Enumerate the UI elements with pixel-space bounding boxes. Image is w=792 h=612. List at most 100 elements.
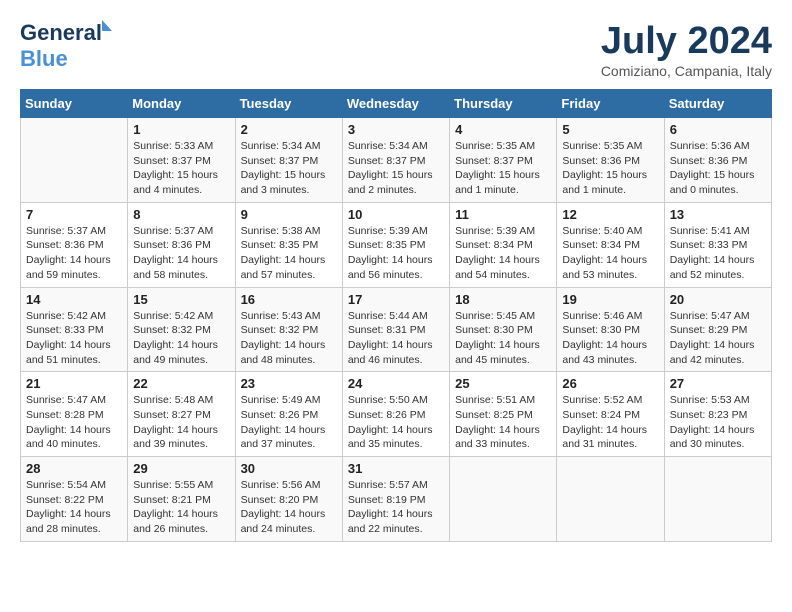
day-cell: 25Sunrise: 5:51 AM Sunset: 8:25 PM Dayli… [450, 372, 557, 457]
day-info: Sunrise: 5:53 AM Sunset: 8:23 PM Dayligh… [670, 393, 766, 452]
day-cell: 7 Sunrise: 5:37 AM Sunset: 8:36 PM Daylig… [21, 202, 128, 287]
day-number: 20 [670, 292, 766, 307]
day-number: 1 [133, 122, 229, 137]
calendar-body: 1 Sunrise: 5:33 AM Sunset: 8:37 PM Daylig… [21, 118, 772, 542]
day-number: 7 [26, 207, 122, 222]
day-number: 29 [133, 461, 229, 476]
day-number: 31 [348, 461, 444, 476]
day-info: Sunrise: 5:47 AM Sunset: 8:29 PM Dayligh… [670, 309, 766, 368]
logo: General Blue [20, 20, 102, 72]
day-info: Sunrise: 5:35 AM Sunset: 8:37 PM Dayligh… [455, 139, 551, 198]
day-number: 27 [670, 376, 766, 391]
day-number: 28 [26, 461, 122, 476]
day-number: 23 [241, 376, 337, 391]
day-info: Sunrise: 5:34 AM Sunset: 8:37 PM Dayligh… [348, 139, 444, 198]
day-cell: 20 Sunrise: 5:47 AM Sunset: 8:29 PM Dayli… [664, 287, 771, 372]
day-info: Sunrise: 5:45 AM Sunset: 8:30 PM Dayligh… [455, 309, 551, 368]
day-info: Sunrise: 5:42 AM Sunset: 8:33 PM Dayligh… [26, 309, 122, 368]
day-cell: 2Sunrise: 5:34 AM Sunset: 8:37 PM Daylig… [235, 118, 342, 203]
week-row-5: 28 Sunrise: 5:54 AM Sunset: 8:22 PM Dayli… [21, 457, 772, 542]
day-info: Sunrise: 5:49 AM Sunset: 8:26 PM Dayligh… [241, 393, 337, 452]
day-number: 18 [455, 292, 551, 307]
day-number: 16 [241, 292, 337, 307]
page-header: General Blue July 2024 Comiziano, Campan… [20, 20, 772, 79]
location: Comiziano, Campania, Italy [601, 63, 772, 79]
day-number: 10 [348, 207, 444, 222]
logo-general: General [20, 20, 102, 45]
day-info: Sunrise: 5:44 AM Sunset: 8:31 PM Dayligh… [348, 309, 444, 368]
day-number: 30 [241, 461, 337, 476]
weekday-friday: Friday [557, 90, 664, 118]
day-cell: 28 Sunrise: 5:54 AM Sunset: 8:22 PM Dayli… [21, 457, 128, 542]
day-number: 19 [562, 292, 658, 307]
day-number: 11 [455, 207, 551, 222]
week-row-4: 21 Sunrise: 5:47 AM Sunset: 8:28 PM Dayli… [21, 372, 772, 457]
day-info: Sunrise: 5:43 AM Sunset: 8:32 PM Dayligh… [241, 309, 337, 368]
day-number: 4 [455, 122, 551, 137]
day-cell: 26Sunrise: 5:52 AM Sunset: 8:24 PM Dayli… [557, 372, 664, 457]
day-cell: 10 Sunrise: 5:39 AM Sunset: 8:35 PM Dayli… [342, 202, 449, 287]
day-number: 24 [348, 376, 444, 391]
day-info: Sunrise: 5:55 AM Sunset: 8:21 PM Dayligh… [133, 478, 229, 537]
day-info: Sunrise: 5:39 AM Sunset: 8:35 PM Dayligh… [348, 224, 444, 283]
day-info: Sunrise: 5:48 AM Sunset: 8:27 PM Dayligh… [133, 393, 229, 452]
day-cell [557, 457, 664, 542]
day-number: 3 [348, 122, 444, 137]
day-info: Sunrise: 5:50 AM Sunset: 8:26 PM Dayligh… [348, 393, 444, 452]
day-info: Sunrise: 5:38 AM Sunset: 8:35 PM Dayligh… [241, 224, 337, 283]
day-cell: 13 Sunrise: 5:41 AM Sunset: 8:33 PM Dayli… [664, 202, 771, 287]
day-info: Sunrise: 5:47 AM Sunset: 8:28 PM Dayligh… [26, 393, 122, 452]
day-cell: 21 Sunrise: 5:47 AM Sunset: 8:28 PM Dayli… [21, 372, 128, 457]
day-number: 15 [133, 292, 229, 307]
weekday-sunday: Sunday [21, 90, 128, 118]
day-number: 17 [348, 292, 444, 307]
weekday-wednesday: Wednesday [342, 90, 449, 118]
day-info: Sunrise: 5:34 AM Sunset: 8:37 PM Dayligh… [241, 139, 337, 198]
day-info: Sunrise: 5:42 AM Sunset: 8:32 PM Dayligh… [133, 309, 229, 368]
week-row-3: 14Sunrise: 5:42 AM Sunset: 8:33 PM Dayli… [21, 287, 772, 372]
day-cell [21, 118, 128, 203]
week-row-1: 1 Sunrise: 5:33 AM Sunset: 8:37 PM Daylig… [21, 118, 772, 203]
day-info: Sunrise: 5:37 AM Sunset: 8:36 PM Dayligh… [133, 224, 229, 283]
day-number: 8 [133, 207, 229, 222]
weekday-thursday: Thursday [450, 90, 557, 118]
day-cell: 23 Sunrise: 5:49 AM Sunset: 8:26 PM Dayli… [235, 372, 342, 457]
day-cell: 17 Sunrise: 5:44 AM Sunset: 8:31 PM Dayli… [342, 287, 449, 372]
day-cell: 22Sunrise: 5:48 AM Sunset: 8:27 PM Dayli… [128, 372, 235, 457]
logo-blue: Blue [20, 46, 68, 72]
day-info: Sunrise: 5:37 AM Sunset: 8:36 PM Dayligh… [26, 224, 122, 283]
day-number: 13 [670, 207, 766, 222]
day-info: Sunrise: 5:36 AM Sunset: 8:36 PM Dayligh… [670, 139, 766, 198]
weekday-monday: Monday [128, 90, 235, 118]
title-block: July 2024 Comiziano, Campania, Italy [601, 20, 772, 79]
day-cell: 11 Sunrise: 5:39 AM Sunset: 8:34 PM Dayli… [450, 202, 557, 287]
day-cell: 12 Sunrise: 5:40 AM Sunset: 8:34 PM Dayli… [557, 202, 664, 287]
day-cell: 19 Sunrise: 5:46 AM Sunset: 8:30 PM Dayli… [557, 287, 664, 372]
day-info: Sunrise: 5:33 AM Sunset: 8:37 PM Dayligh… [133, 139, 229, 198]
day-info: Sunrise: 5:39 AM Sunset: 8:34 PM Dayligh… [455, 224, 551, 283]
day-cell: 16 Sunrise: 5:43 AM Sunset: 8:32 PM Dayli… [235, 287, 342, 372]
day-info: Sunrise: 5:40 AM Sunset: 8:34 PM Dayligh… [562, 224, 658, 283]
day-cell: 24 Sunrise: 5:50 AM Sunset: 8:26 PM Dayli… [342, 372, 449, 457]
day-number: 9 [241, 207, 337, 222]
day-info: Sunrise: 5:54 AM Sunset: 8:22 PM Dayligh… [26, 478, 122, 537]
weekday-tuesday: Tuesday [235, 90, 342, 118]
day-cell: 14Sunrise: 5:42 AM Sunset: 8:33 PM Dayli… [21, 287, 128, 372]
day-cell: 31Sunrise: 5:57 AM Sunset: 8:19 PM Dayli… [342, 457, 449, 542]
day-number: 26 [562, 376, 658, 391]
day-cell: 15 Sunrise: 5:42 AM Sunset: 8:32 PM Dayli… [128, 287, 235, 372]
weekday-header-row: SundayMondayTuesdayWednesdayThursdayFrid… [21, 90, 772, 118]
day-info: Sunrise: 5:41 AM Sunset: 8:33 PM Dayligh… [670, 224, 766, 283]
week-row-2: 7 Sunrise: 5:37 AM Sunset: 8:36 PM Daylig… [21, 202, 772, 287]
day-cell: 6Sunrise: 5:36 AM Sunset: 8:36 PM Daylig… [664, 118, 771, 203]
day-cell: 27 Sunrise: 5:53 AM Sunset: 8:23 PM Dayli… [664, 372, 771, 457]
day-info: Sunrise: 5:46 AM Sunset: 8:30 PM Dayligh… [562, 309, 658, 368]
day-number: 21 [26, 376, 122, 391]
day-info: Sunrise: 5:56 AM Sunset: 8:20 PM Dayligh… [241, 478, 337, 537]
day-number: 12 [562, 207, 658, 222]
day-info: Sunrise: 5:51 AM Sunset: 8:25 PM Dayligh… [455, 393, 551, 452]
day-cell [450, 457, 557, 542]
day-cell: 30 Sunrise: 5:56 AM Sunset: 8:20 PM Dayli… [235, 457, 342, 542]
day-number: 5 [562, 122, 658, 137]
day-cell: 1 Sunrise: 5:33 AM Sunset: 8:37 PM Daylig… [128, 118, 235, 203]
